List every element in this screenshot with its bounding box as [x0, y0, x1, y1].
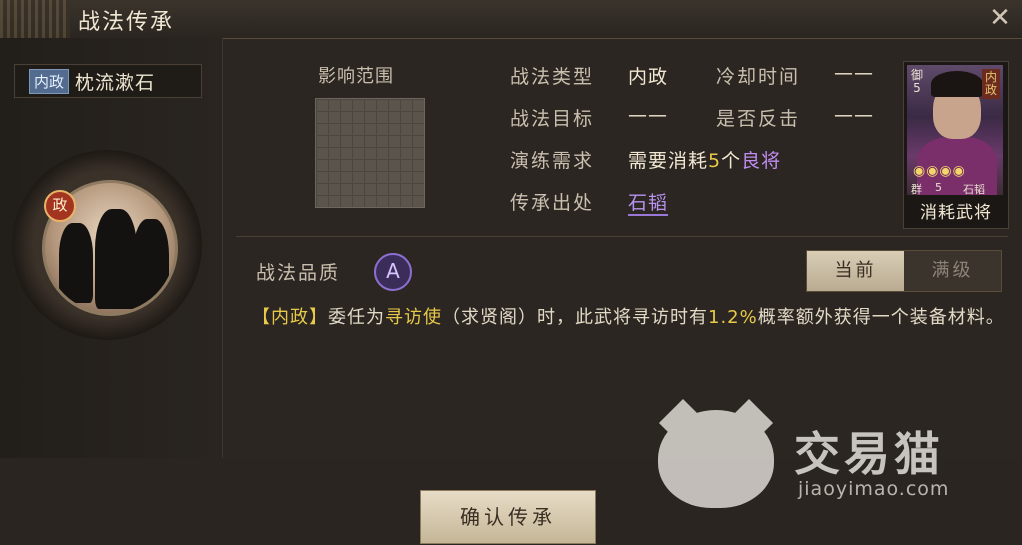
cooldown-label: 冷却时间	[716, 66, 801, 88]
skill-description: 【内政】委任为寻访使（求贤阁）时，此武将寻访时有1.2%概率额外获得一个装备材料…	[252, 302, 1006, 334]
close-icon[interactable]: ✕	[984, 2, 1016, 34]
window-title: 战法传承	[78, 10, 175, 35]
level-toggle: 当前 满级	[806, 250, 1002, 292]
desc-highlight-rate: 1.2%	[708, 307, 758, 328]
section-divider	[236, 236, 1008, 237]
card-general-name: 石韬	[963, 183, 985, 195]
card-level: 5	[935, 181, 942, 194]
skill-type-label: 战法类型	[510, 66, 595, 88]
card-stars: ◉◉◉◉	[913, 163, 966, 179]
tab-max-level[interactable]: 满级	[904, 251, 1001, 291]
desc-tag: 【内政】	[252, 307, 328, 328]
confirm-inherit-button[interactable]: 确认传承	[420, 490, 596, 544]
card-cost-label: 御	[910, 68, 923, 82]
origin-label: 传承出处	[510, 192, 595, 214]
training-count: 5	[708, 150, 722, 172]
desc-part3: 概率额外获得一个装备材料。	[757, 307, 1005, 328]
skill-name: 枕流漱石	[75, 71, 156, 94]
training-unit: 个	[721, 150, 742, 172]
desc-highlight-role: 寻访使	[385, 307, 442, 328]
origin-name[interactable]: 石韬	[628, 192, 669, 216]
desc-part2: （求贤阁）时，此武将寻访时有	[442, 307, 708, 328]
origin-link[interactable]: 石韬	[628, 188, 669, 216]
watermark-url: jiaoyimao.com	[798, 478, 950, 500]
tab-current[interactable]: 当前	[807, 251, 904, 291]
range-grid	[315, 98, 425, 208]
skill-tag: 内政 枕流漱石	[14, 64, 202, 98]
training-label: 演练需求	[510, 150, 595, 172]
range-label: 影响范围	[318, 66, 394, 87]
target-label: 战法目标	[510, 108, 595, 130]
card-cost: 御5	[910, 69, 924, 95]
target-value: ——	[628, 104, 668, 126]
skill-type-badge: 内政	[29, 68, 70, 94]
counter-value: ——	[834, 104, 874, 126]
card-caption: 消耗武将	[920, 203, 992, 223]
title-bar: 战法传承 ✕	[0, 0, 1022, 39]
cooldown-value: ——	[834, 62, 874, 84]
general-portrait: 御5 内政 ◉◉◉◉ 群 5 石韬	[907, 65, 1003, 195]
card-cost-value: 5	[913, 81, 921, 95]
skill-type-value: 内政	[628, 66, 669, 88]
cat-logo-icon	[658, 410, 774, 508]
title-ornament	[0, 0, 70, 38]
counter-label: 是否反击	[716, 108, 801, 130]
politics-badge: 政	[44, 190, 76, 222]
desc-part1: 委任为	[328, 307, 385, 328]
training-item: 良将	[741, 150, 782, 172]
card-type-badge: 内政	[982, 69, 1000, 99]
quality-grade-badge: A	[374, 253, 412, 291]
training-requirement: 需要消耗5个良将	[628, 146, 781, 173]
watermark-brand: 交易猫	[794, 427, 944, 481]
consumed-general-card[interactable]: 御5 内政 ◉◉◉◉ 群 5 石韬 消耗武将	[903, 61, 1009, 229]
quality-label: 战法品质	[256, 262, 341, 284]
card-faction: 群	[911, 183, 922, 195]
watermark: 交易猫 jiaoyimao.com	[658, 410, 978, 510]
training-prefix: 需要消耗	[628, 150, 709, 172]
